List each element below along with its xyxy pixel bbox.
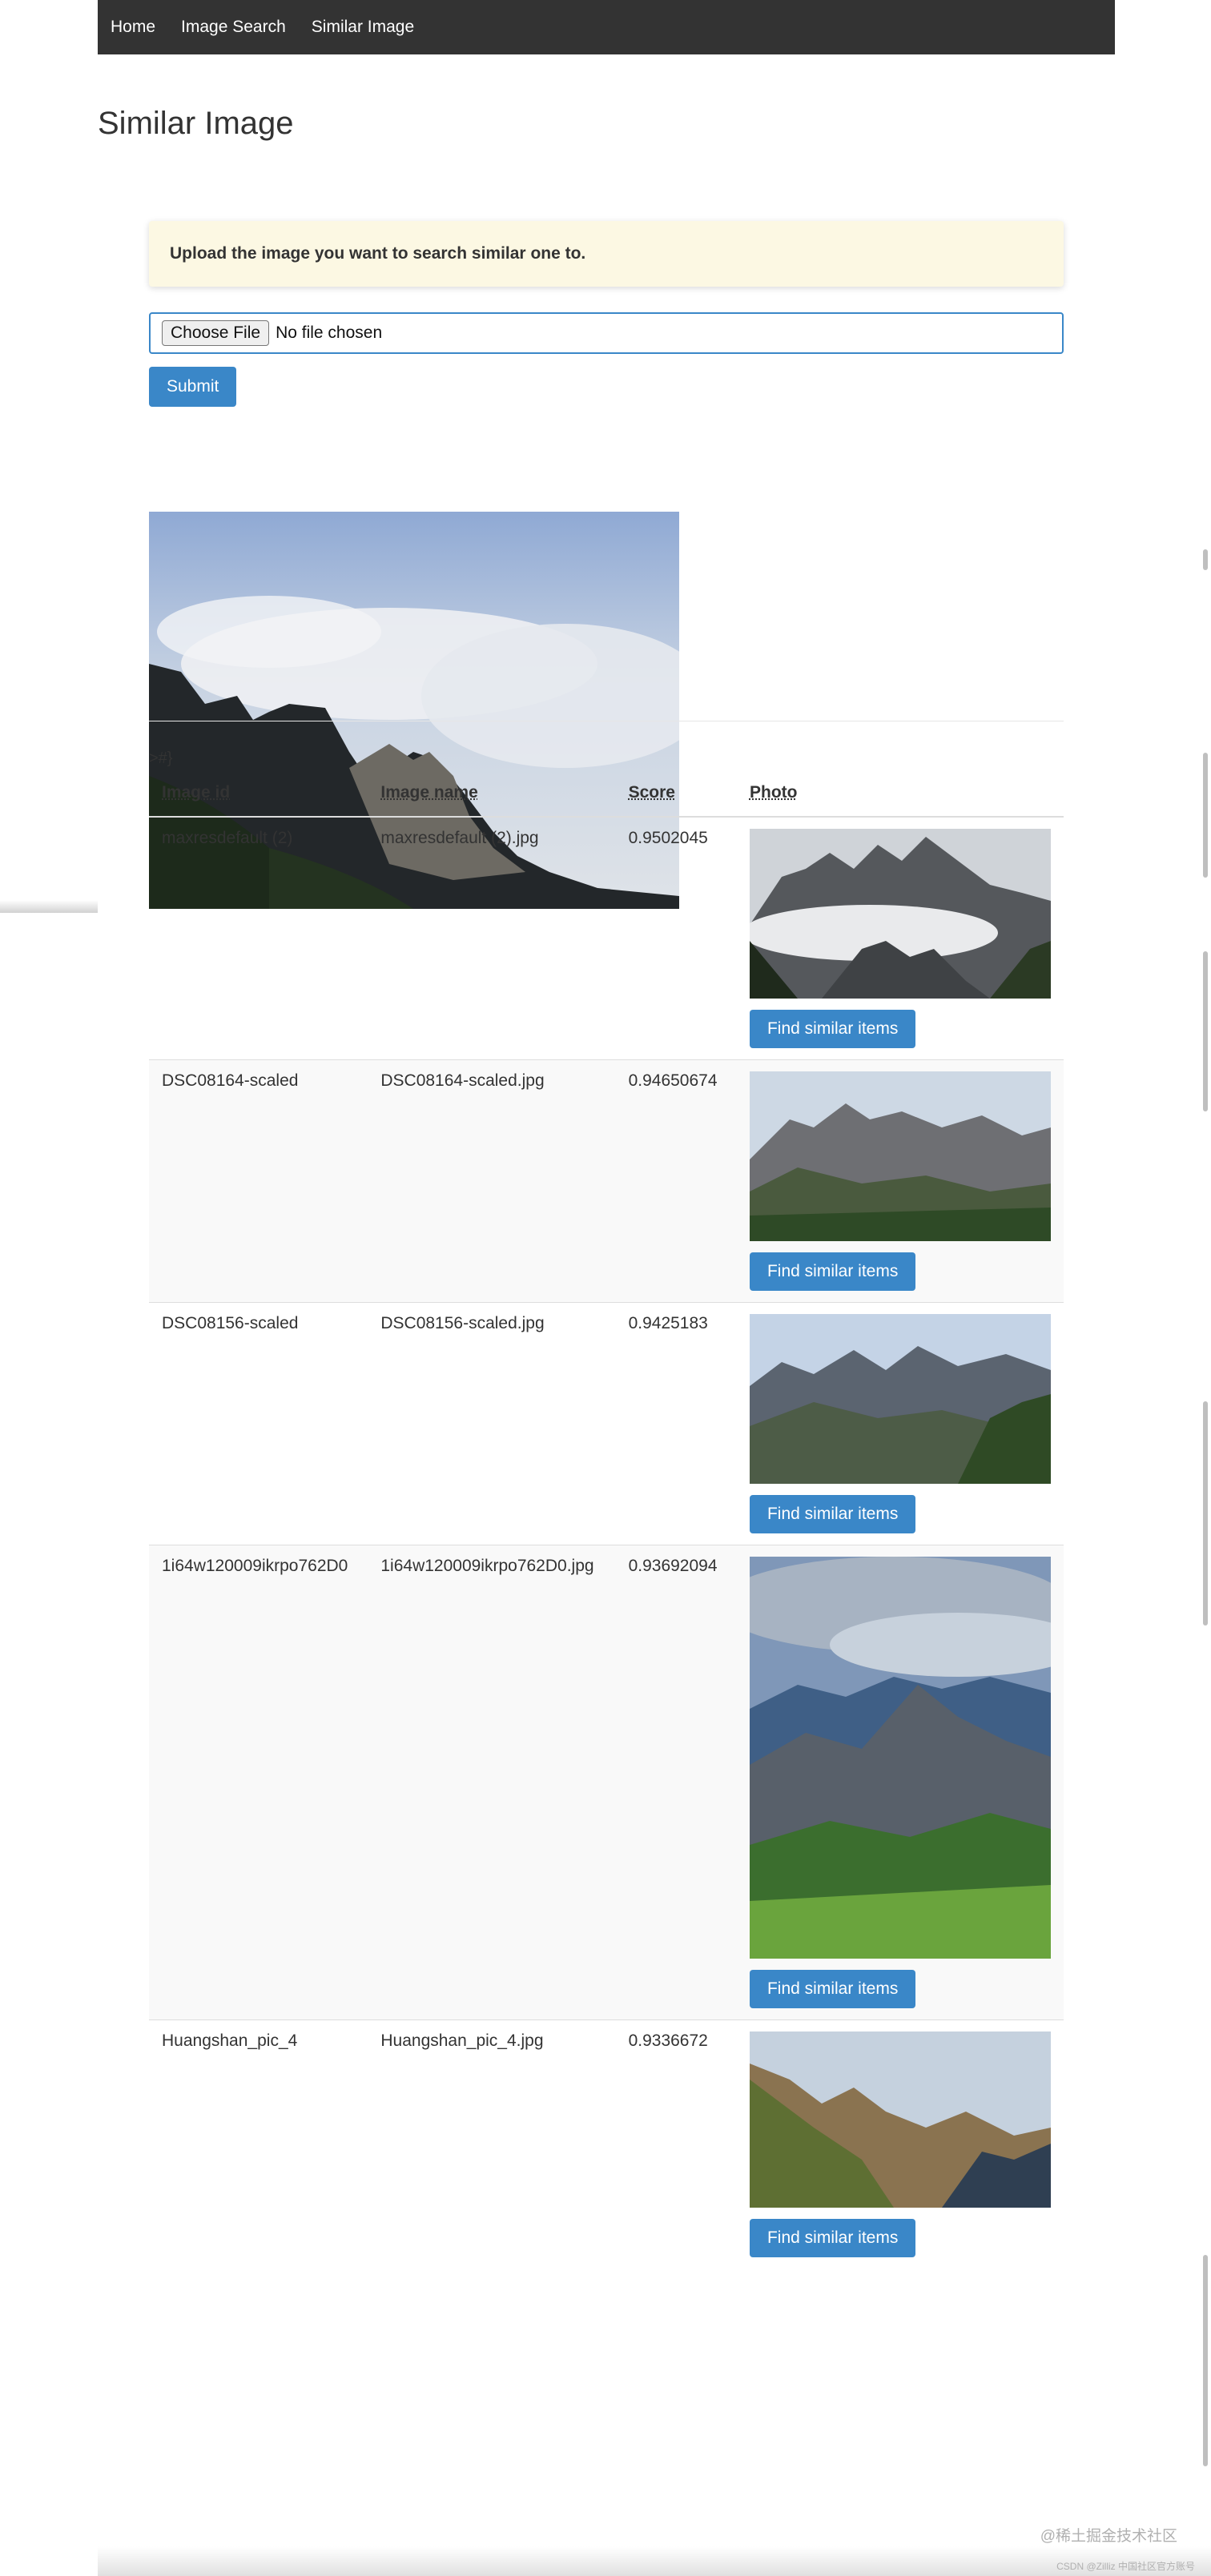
top-navbar: Home Image Search Similar Image — [98, 0, 1115, 54]
cell-image-id: DSC08164-scaled — [149, 1059, 368, 1303]
cell-image-id: Huangshan_pic_4 — [149, 2019, 368, 2269]
cell-score: 0.94650674 — [615, 1059, 737, 1303]
header-photo[interactable]: Photo — [736, 769, 1064, 818]
submit-button[interactable]: Submit — [149, 367, 237, 407]
result-photo — [749, 1071, 1051, 1246]
cell-image-name: DSC08164-scaled.jpg — [368, 1059, 616, 1303]
table-row: maxresdefault (2) maxresdefault (2).jpg … — [149, 816, 1064, 1060]
watermark-sub: CSDN @Zilliz 中国社区官方账号 — [1056, 2561, 1195, 2572]
find-similar-button[interactable]: Find similar items — [749, 2219, 916, 2257]
find-similar-button[interactable]: Find similar items — [749, 1495, 916, 1533]
cell-image-id: maxresdefault (2) — [149, 816, 368, 1060]
cell-photo: Find similar items — [736, 1302, 1064, 1545]
scrollbar-thumb[interactable] — [1203, 753, 1208, 878]
cell-photo: Find similar items — [736, 816, 1064, 1060]
scrollbar-thumb[interactable] — [1203, 549, 1208, 570]
result-photo — [749, 2031, 1051, 2212]
table-row: DSC08164-scaled DSC08164-scaled.jpg 0.94… — [149, 1059, 1064, 1303]
cell-score: 0.9336672 — [615, 2019, 737, 2269]
file-input[interactable]: Choose File No file chosen — [149, 312, 1064, 354]
cell-photo: Find similar items — [736, 1545, 1064, 2020]
table-row: Huangshan_pic_4 Huangshan_pic_4.jpg 0.93… — [149, 2019, 1064, 2269]
header-image-id[interactable]: Image id — [149, 769, 368, 818]
table-header-row: Image id Image name Score Photo — [149, 769, 1064, 818]
cell-image-name: maxresdefault (2).jpg — [368, 816, 616, 1060]
cell-photo: Find similar items — [736, 1059, 1064, 1303]
cell-image-name: DSC08156-scaled.jpg — [368, 1302, 616, 1545]
file-status-text: No file chosen — [276, 324, 383, 342]
find-similar-button[interactable]: Find similar items — [749, 1252, 916, 1291]
nav-home[interactable]: Home — [111, 18, 155, 37]
scrollbar[interactable] — [1201, 0, 1211, 2576]
upload-notice: Upload the image you want to search simi… — [149, 221, 1064, 287]
cell-score: 0.9502045 — [615, 816, 737, 1060]
table-row: DSC08156-scaled DSC08156-scaled.jpg 0.94… — [149, 1302, 1064, 1545]
results-table: Image id Image name Score Photo maxresde… — [149, 769, 1064, 2269]
cell-image-name: Huangshan_pic_4.jpg — [368, 2019, 616, 2269]
cell-image-id: 1i64w120009ikrpo762D0 — [149, 1545, 368, 2020]
watermark: @稀土掘金技术社区 — [1040, 2528, 1177, 2545]
result-photo — [749, 1314, 1051, 1489]
page-title: Similar Image — [98, 106, 294, 141]
nav-similar-image[interactable]: Similar Image — [312, 18, 414, 37]
scrollbar-thumb[interactable] — [1203, 951, 1208, 1111]
header-score[interactable]: Score — [615, 769, 737, 818]
result-photo — [749, 829, 1051, 1003]
cell-image-id: DSC08156-scaled — [149, 1302, 368, 1545]
find-similar-button[interactable]: Find similar items — [749, 1010, 916, 1048]
result-photo — [749, 1557, 1051, 1963]
cell-score: 0.9425183 — [615, 1302, 737, 1545]
page-container: Home Image Search Similar Image Similar … — [98, 0, 1115, 2269]
header-image-name[interactable]: Image name — [368, 769, 616, 818]
table-row: 1i64w120009ikrpo762D0 1i64w120009ikrpo76… — [149, 1545, 1064, 2020]
scrollbar-thumb[interactable] — [1203, 2255, 1208, 2466]
main-content: Upload the image you want to search simi… — [149, 221, 1064, 909]
page-shadow-left — [0, 900, 98, 913]
find-similar-button[interactable]: Find similar items — [749, 1970, 916, 2008]
nav-image-search[interactable]: Image Search — [181, 18, 286, 37]
cell-photo: Find similar items — [736, 2019, 1064, 2269]
cell-image-name: 1i64w120009ikrpo762D0.jpg — [368, 1545, 616, 2020]
choose-file-button[interactable]: Choose File — [162, 320, 270, 346]
stray-template-text: >#} — [149, 749, 173, 767]
cell-score: 0.93692094 — [615, 1545, 737, 2020]
scrollbar-thumb[interactable] — [1203, 1401, 1208, 1626]
page-shadow-bottom — [98, 2546, 1211, 2576]
